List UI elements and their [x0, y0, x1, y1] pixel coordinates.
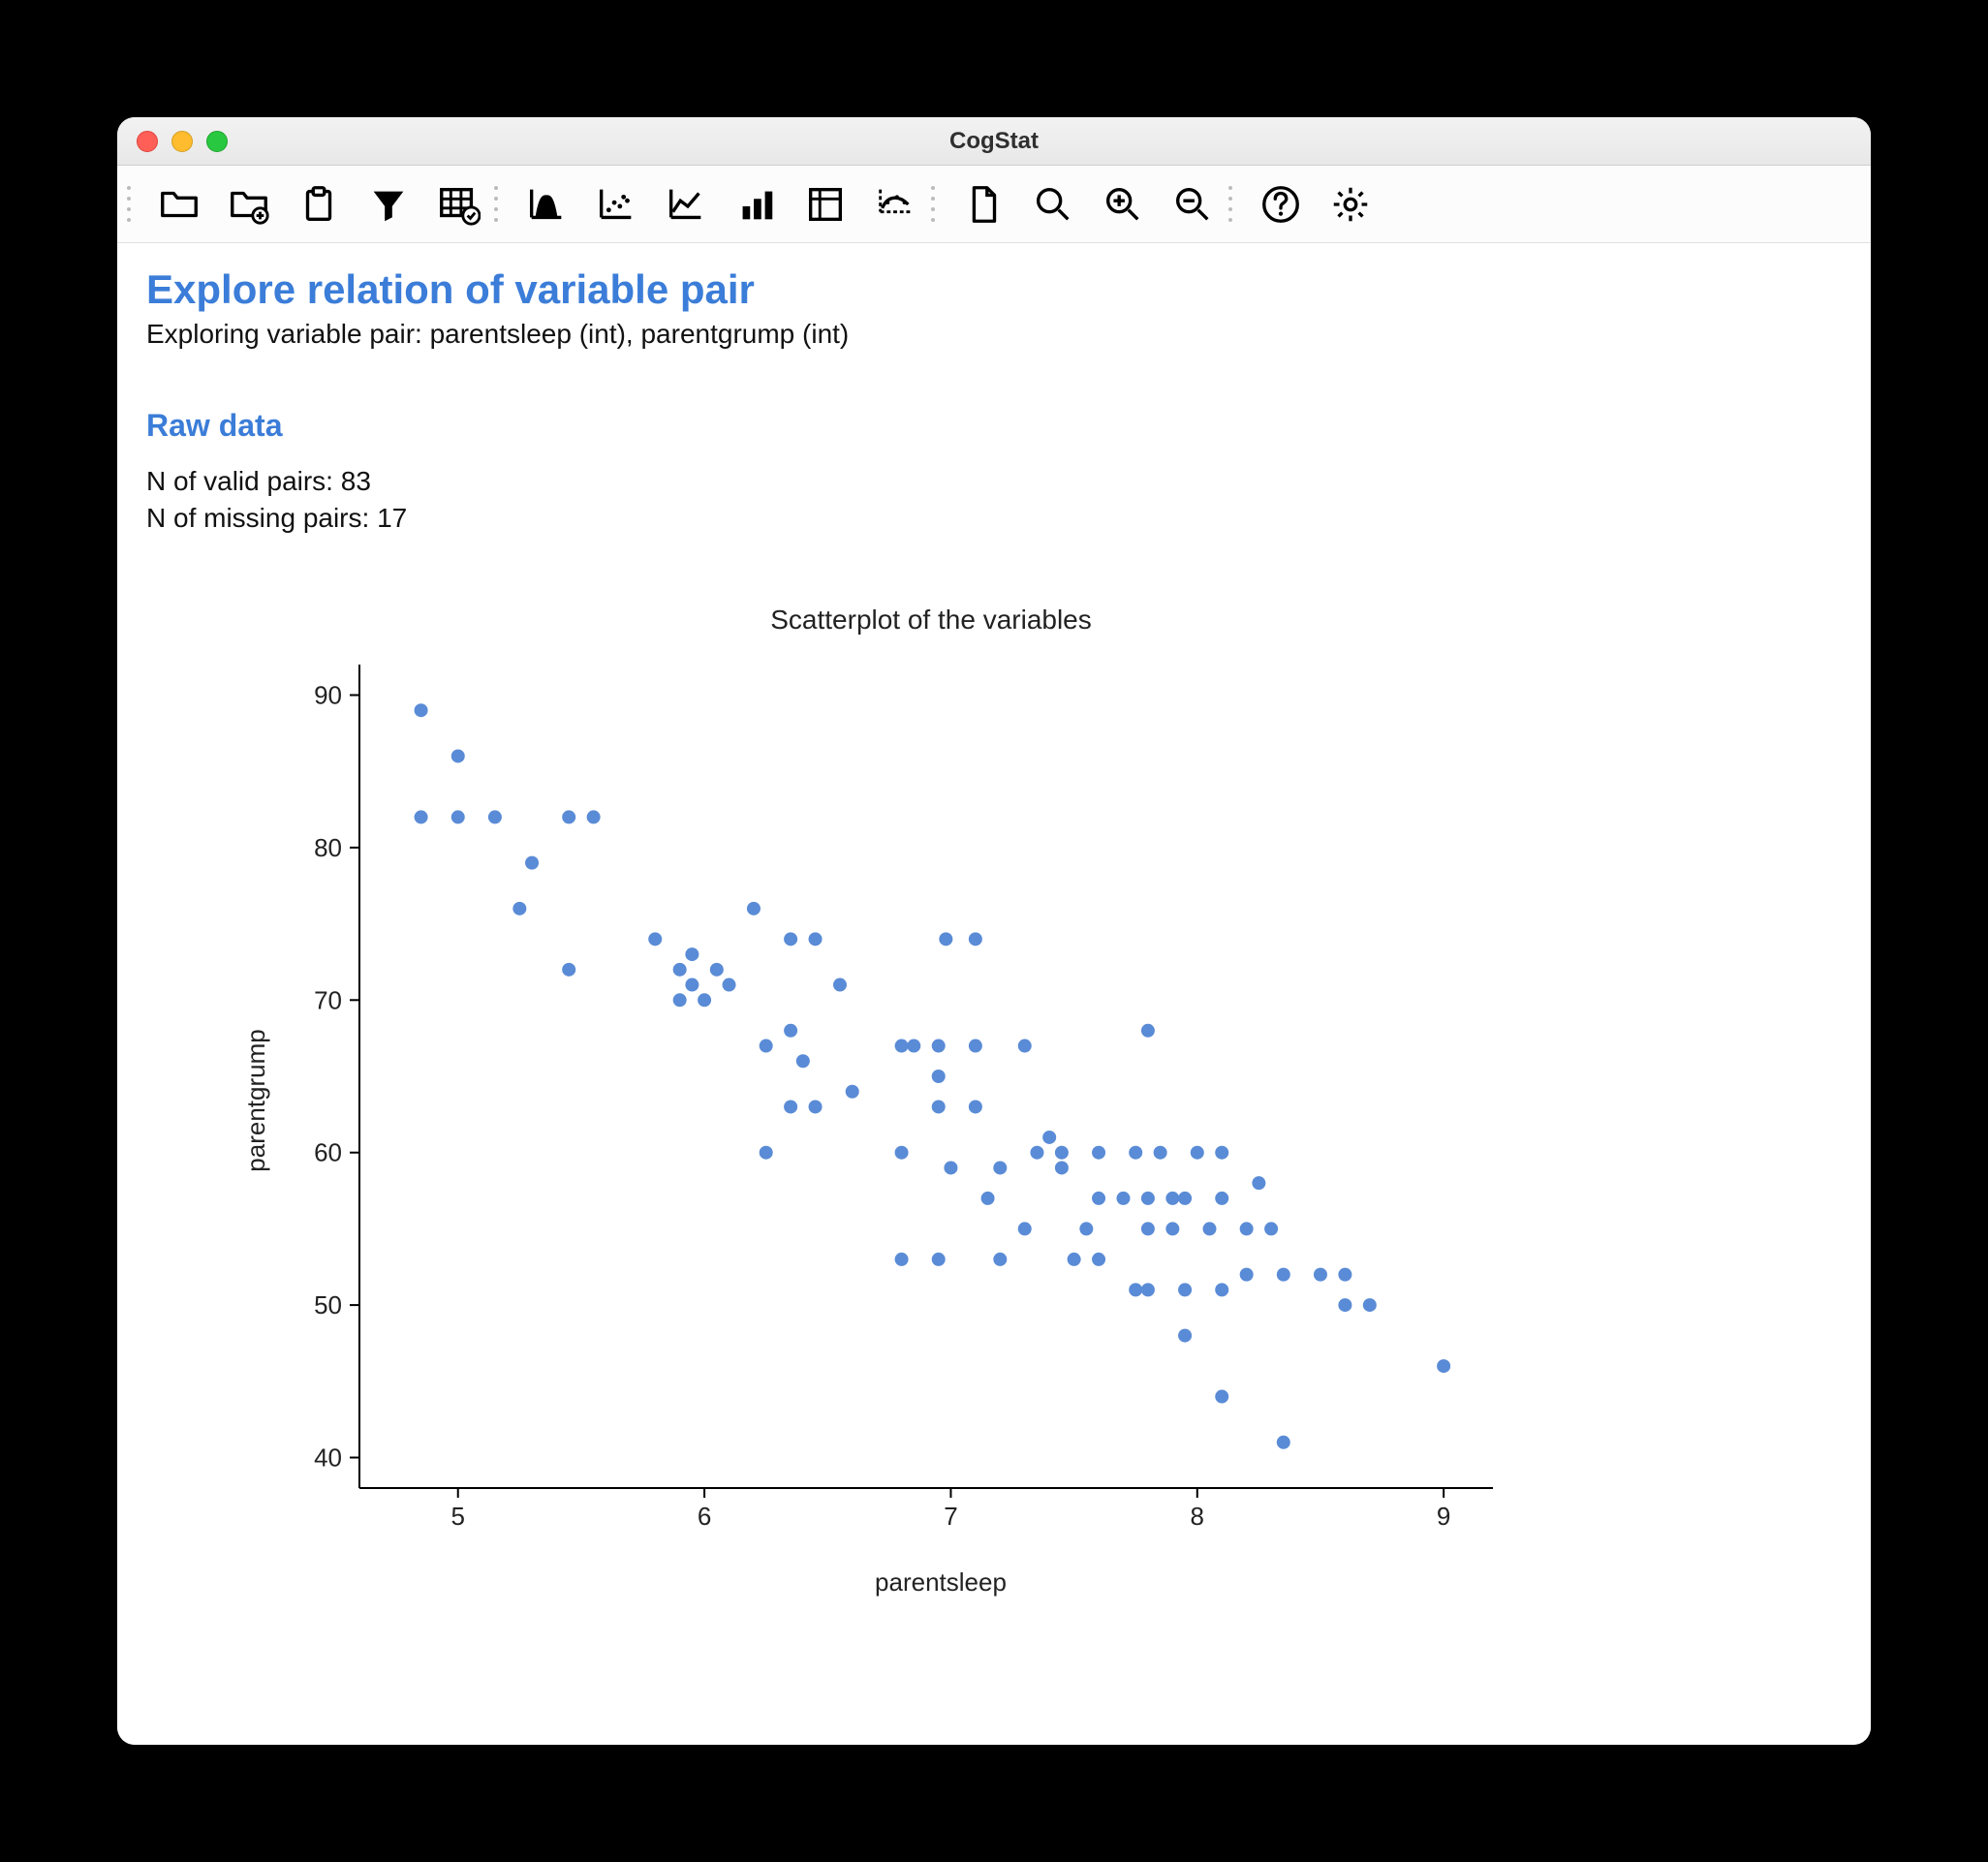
open-folder-icon[interactable] — [144, 173, 214, 235]
scatterplot-container: Scatterplot of the variables parentgrump… — [146, 605, 1600, 1598]
svg-text:8: 8 — [1191, 1502, 1204, 1531]
report-pane[interactable]: Explore relation of variable pair Explor… — [117, 243, 1871, 1745]
search-icon[interactable] — [1018, 173, 1088, 235]
chart-title: Scatterplot of the variables — [263, 605, 1600, 636]
filter-icon[interactable] — [354, 173, 423, 235]
svg-text:80: 80 — [314, 832, 342, 861]
scatter-icon[interactable] — [581, 173, 651, 235]
raw-data-heading: Raw data — [146, 408, 1842, 444]
help-icon[interactable] — [1246, 173, 1316, 235]
report-subtitle: Exploring variable pair: parentsleep (in… — [146, 319, 1842, 350]
report-title: Explore relation of variable pair — [146, 266, 1842, 313]
toolbar-grip — [931, 177, 945, 232]
scatterplot: 40 50 60 70 80 90 5 6 7 8 9 — [282, 645, 1522, 1556]
bar-chart-icon[interactable] — [721, 173, 791, 235]
svg-text:70: 70 — [314, 985, 342, 1014]
toolbar-grip — [127, 177, 140, 232]
toolbar — [117, 166, 1871, 243]
svg-text:60: 60 — [314, 1137, 342, 1166]
svg-text:9: 9 — [1437, 1502, 1450, 1531]
app-window: CogStat — [117, 117, 1871, 1745]
window-title: CogStat — [117, 128, 1871, 155]
toolbar-grip — [494, 177, 508, 232]
regression-icon[interactable] — [860, 173, 930, 235]
distribution-icon[interactable] — [512, 173, 581, 235]
new-doc-icon[interactable] — [948, 173, 1018, 235]
minimize-window-button[interactable] — [171, 131, 193, 152]
titlebar: CogStat — [117, 117, 1871, 166]
svg-text:90: 90 — [314, 680, 342, 709]
zoom-in-icon[interactable] — [1088, 173, 1158, 235]
fullscreen-window-button[interactable] — [206, 131, 228, 152]
y-axis-label: parentgrump — [241, 1029, 271, 1171]
open-folder-plus-icon[interactable] — [214, 173, 284, 235]
zoom-out-icon[interactable] — [1158, 173, 1227, 235]
svg-text:6: 6 — [698, 1502, 711, 1531]
svg-text:5: 5 — [451, 1502, 465, 1531]
svg-text:7: 7 — [944, 1502, 957, 1531]
toolbar-grip — [1228, 177, 1242, 232]
settings-icon[interactable] — [1316, 173, 1385, 235]
line-chart-icon[interactable] — [651, 173, 721, 235]
x-axis-label: parentsleep — [282, 1567, 1600, 1598]
svg-text:50: 50 — [314, 1290, 342, 1319]
missing-pairs-label: N of missing pairs: 17 — [146, 500, 1842, 537]
valid-pairs-label: N of valid pairs: 83 — [146, 463, 1842, 500]
window-controls — [117, 131, 228, 152]
close-window-button[interactable] — [137, 131, 158, 152]
svg-text:40: 40 — [314, 1443, 342, 1472]
pivot-table-icon[interactable] — [791, 173, 860, 235]
data-grid-check-icon[interactable] — [423, 173, 493, 235]
clipboard-icon[interactable] — [284, 173, 354, 235]
